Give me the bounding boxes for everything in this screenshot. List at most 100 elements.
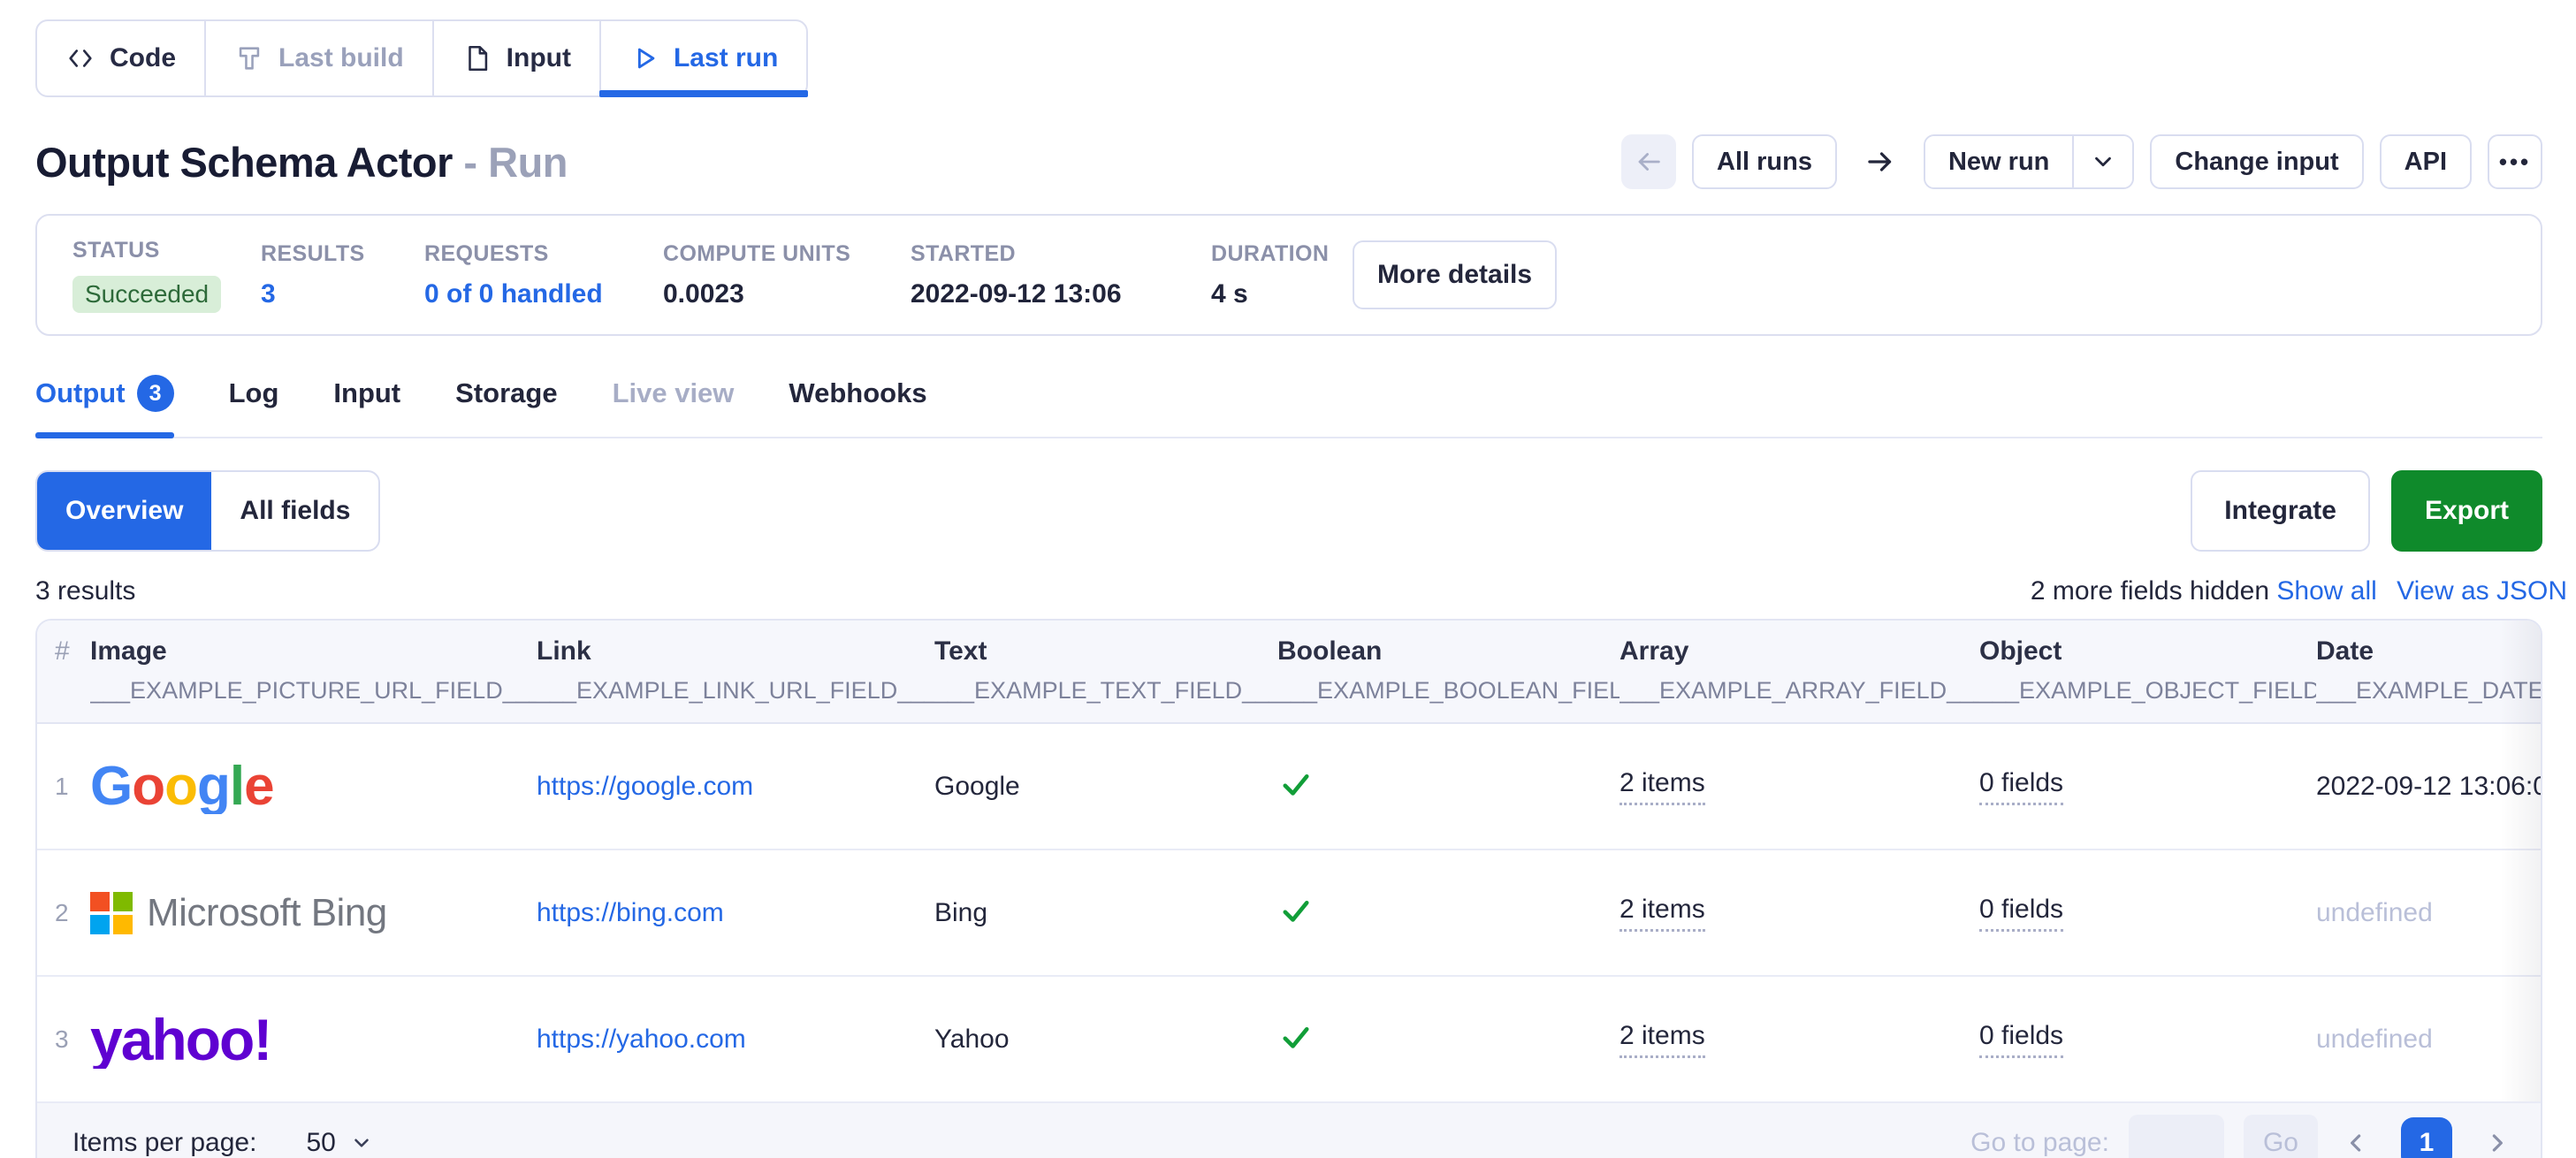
pagination: Go to page: Go 1 [1970,1115,2516,1158]
object-fields-expander[interactable]: 0 fields [1979,1021,2063,1058]
col-text-header[interactable]: Text ___EXAMPLE_TEXT_FIELD___ [934,636,1277,705]
actor-section-tabs: Code Last build Input Last run [35,19,808,97]
row-link[interactable]: https://yahoo.com [537,1025,746,1054]
previous-run-button[interactable] [1621,134,1676,189]
output-toolbar: Overview All fields Integrate Export [35,470,2542,552]
started-value: 2022-09-12 13:06 [911,279,1211,309]
compute-units-value: 0.0023 [663,279,911,309]
code-icon [65,43,95,73]
page-title-mode: Run [488,139,568,186]
more-actions-button[interactable]: ••• [2488,134,2542,189]
col-link-header[interactable]: Link ___EXAMPLE_LINK_URL_FIELD___ [537,636,934,705]
change-input-button[interactable]: Change input [2150,134,2363,189]
chevron-down-icon [350,1131,373,1154]
tab-storage[interactable]: Storage [455,375,557,437]
integrate-button[interactable]: Integrate [2191,470,2370,552]
view-as-json-link[interactable]: View as JSON [2397,576,2567,606]
new-run-split-button: New run [1924,134,2134,189]
duration-value: 4 s [1211,279,1337,309]
row-link[interactable]: https://bing.com [537,898,724,927]
row-date: 2022-09-12 13:06:04 [2316,772,2542,802]
current-page-button[interactable]: 1 [2401,1117,2452,1158]
tab-input-label: Input [507,43,571,73]
go-button[interactable]: Go [2244,1115,2318,1158]
results-count: 3 results [35,576,135,606]
chevron-left-icon [2343,1129,2371,1157]
microsoft-squares-icon [90,892,133,934]
array-items-expander[interactable]: 2 items [1620,895,1705,932]
row-boolean-cell [1277,1018,1620,1060]
col-date-header[interactable]: Date ___EXAMPLE_DATE_FIELD___ [2316,636,2542,705]
stat-results: RESULTS 3 [261,241,424,309]
col-object-header[interactable]: Object ___EXAMPLE_OBJECT_FIELD___ [1979,636,2316,705]
row-link[interactable]: https://google.com [537,772,753,801]
all-fields-toggle[interactable]: All fields [211,472,378,550]
array-items-expander[interactable]: 2 items [1620,768,1705,805]
table-row: 1 Google https://google.com Google 2 ite… [37,724,2541,850]
tab-code[interactable]: Code [37,21,206,95]
goto-page-input[interactable] [2129,1115,2224,1158]
row-boolean-cell [1277,766,1620,807]
stat-duration: DURATION 4 s [1211,241,1337,309]
overview-toggle[interactable]: Overview [37,472,211,550]
row-index: 2 [37,899,90,927]
tab-last-run[interactable]: Last run [601,21,806,95]
tab-webhooks[interactable]: Webhooks [789,375,926,437]
tab-output-label: Output [35,377,126,409]
yahoo-logo: yahoo! [90,1010,271,1069]
check-icon [1277,1018,1315,1055]
col-array-header[interactable]: Array ___EXAMPLE_ARRAY_FIELD___ [1620,636,1979,705]
col-boolean-header[interactable]: Boolean ___EXAMPLE_BOOLEAN_FIELD___ [1277,636,1620,705]
tab-last-build-label: Last build [278,43,404,73]
row-text: Bing [934,898,1277,928]
output-actions: Integrate Export [2191,470,2542,552]
bing-logo: Microsoft Bing [90,891,537,935]
next-page-button[interactable] [2477,1124,2516,1158]
col-index-header: # [55,636,90,667]
row-date: undefined [2316,1025,2542,1055]
col-image-header[interactable]: Image ___EXAMPLE_PICTURE_URL_FIELD___ [90,636,537,705]
requests-link[interactable]: 0 of 0 handled [424,279,663,309]
export-button[interactable]: Export [2391,470,2542,552]
status-badge: Succeeded [72,276,221,313]
results-link[interactable]: 3 [261,279,424,309]
google-logo: Google [90,759,274,814]
items-per-page-select[interactable]: 50 [306,1128,372,1158]
table-row: 3 yahoo! https://yahoo.com Yahoo 2 items… [37,977,2541,1103]
row-image-cell: Google [90,759,537,814]
more-details-button[interactable]: More details [1353,240,1557,309]
tab-log[interactable]: Log [229,375,279,437]
all-runs-button[interactable]: All runs [1692,134,1837,189]
object-fields-expander[interactable]: 0 fields [1979,768,2063,805]
tab-output[interactable]: Output 3 [35,375,174,437]
tab-run-input[interactable]: Input [333,375,400,437]
tab-code-label: Code [110,43,176,73]
array-items-expander[interactable]: 2 items [1620,1021,1705,1058]
row-text: Yahoo [934,1025,1277,1055]
title-row: Output Schema Actor - Run All runs New r… [35,134,2542,189]
next-run-button[interactable] [1853,134,1908,189]
hammer-icon [234,43,264,73]
page-title: Output Schema Actor - Run [35,138,568,187]
table-row: 2 Microsoft Bing https://bing.com Bing 2… [37,850,2541,977]
object-fields-expander[interactable]: 0 fields [1979,895,2063,932]
results-meta-row: 3 results 2 more fields hidden Show all … [35,576,2542,606]
output-count-badge: 3 [137,375,174,412]
tab-live-view: Live view [613,375,735,437]
new-run-dropdown-button[interactable] [2072,136,2132,187]
run-tabs: Output 3 Log Input Storage Live view Web… [35,375,2542,438]
hidden-fields-text: 2 more fields hidden [2031,576,2269,606]
stat-started: STARTED 2022-09-12 13:06 [911,241,1211,309]
results-table: # Image ___EXAMPLE_PICTURE_URL_FIELD___ … [35,619,2542,1158]
row-image-cell: yahoo! [90,1010,537,1069]
goto-page-label: Go to page: [1970,1128,2109,1158]
api-button[interactable]: API [2380,134,2472,189]
previous-page-button[interactable] [2337,1124,2376,1158]
arrow-left-icon [1634,147,1664,177]
new-run-button[interactable]: New run [1925,136,2072,187]
tab-last-run-label: Last run [674,43,778,73]
tab-input[interactable]: Input [434,21,601,95]
show-all-link[interactable]: Show all [2276,576,2376,606]
view-mode-toggle: Overview All fields [35,470,380,552]
tab-last-build[interactable]: Last build [206,21,434,95]
